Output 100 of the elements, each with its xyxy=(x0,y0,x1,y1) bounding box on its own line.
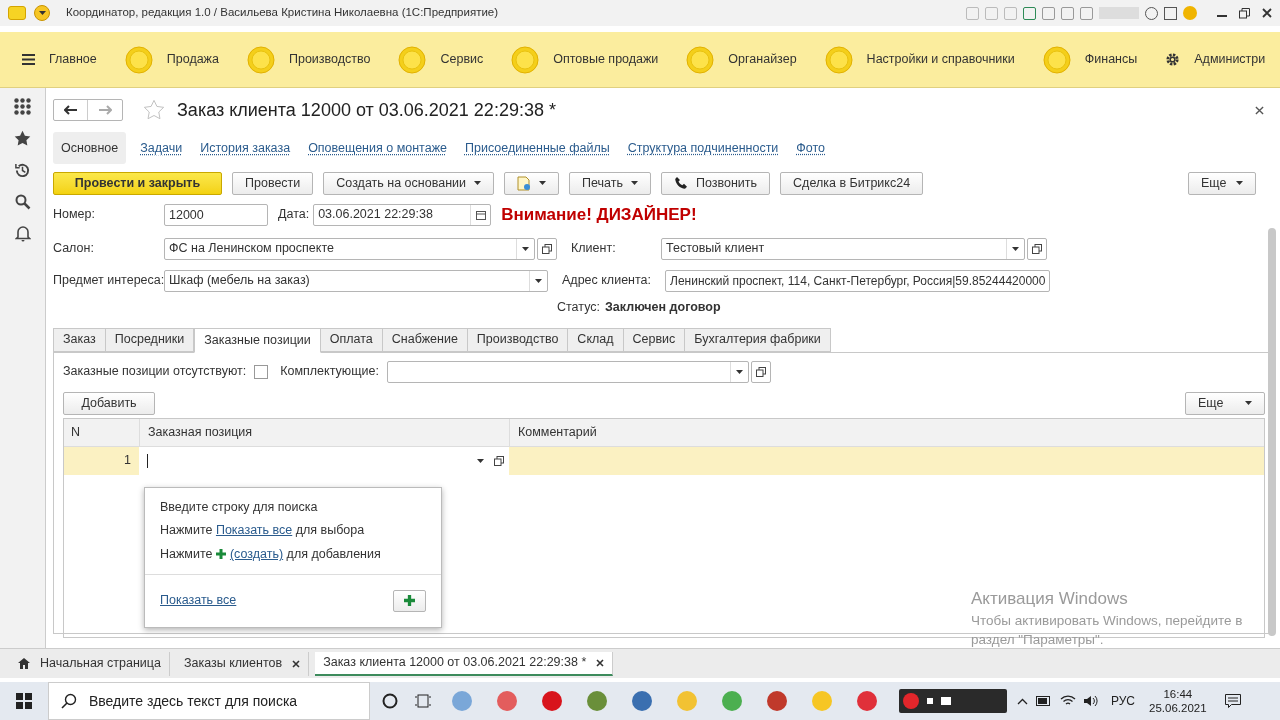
apps-grid-icon[interactable] xyxy=(14,98,31,115)
section-item[interactable]: Производство xyxy=(246,45,371,74)
form-nav-link[interactable]: Фото xyxy=(792,138,830,158)
recorder-widget[interactable] xyxy=(899,689,1007,713)
search-icon xyxy=(61,693,77,709)
dropdown-icon xyxy=(522,246,529,251)
notifications-icon[interactable] xyxy=(1224,694,1241,708)
form-nav-link[interactable]: Присоединенные файлы xyxy=(460,138,614,158)
field-label: Клиент: xyxy=(571,240,617,258)
form-nav-link[interactable]: Основное xyxy=(53,131,127,165)
select-field[interactable]: Тестовый клиент xyxy=(661,237,1025,260)
table-row[interactable]: 1 xyxy=(64,446,1264,475)
close-icon[interactable] xyxy=(292,659,301,668)
speaker-icon[interactable] xyxy=(1084,695,1099,707)
search-icon[interactable] xyxy=(14,194,31,210)
post-and-close-button[interactable]: Провести и закрыть xyxy=(53,171,222,195)
star-icon[interactable] xyxy=(14,130,31,147)
section-item[interactable]: Оптовые продажи xyxy=(511,45,659,74)
open-button[interactable] xyxy=(750,360,771,383)
toolbar-button[interactable]: Сделка в Битрикс24 xyxy=(780,171,924,195)
favorite-star-icon[interactable] xyxy=(143,99,165,121)
toolbar-button[interactable]: Провести xyxy=(232,171,314,195)
bell-icon[interactable] xyxy=(14,225,31,242)
field-label: Номер: xyxy=(53,206,96,224)
open-window-tab[interactable]: Заказ клиента 12000 от 03.06.2021 22:29:38 * xyxy=(315,651,614,676)
section-item[interactable]: Органайзер xyxy=(686,45,797,74)
field-label: Комплектующие: xyxy=(280,363,379,381)
tab[interactable]: Производство xyxy=(467,327,569,352)
show-all-link[interactable]: Показать все xyxy=(160,591,237,611)
plus-icon xyxy=(404,595,415,607)
form-title: Заказ клиента 12000 от 03.06.2021 22:29:38 * xyxy=(177,98,556,122)
restore-icon[interactable] xyxy=(1239,7,1250,19)
form-nav-link[interactable]: Задачи xyxy=(136,138,187,158)
open-window-tab[interactable]: Начальная страница xyxy=(10,651,170,676)
tab[interactable]: Бухгалтерия фабрики xyxy=(685,327,831,352)
select-field[interactable]: Шкаф (мебель на заказ) xyxy=(164,269,548,292)
section-item[interactable]: Финансы xyxy=(1042,45,1138,74)
form-nav-link[interactable]: Оповещения о монтаже xyxy=(304,138,451,158)
open-button[interactable] xyxy=(1027,237,1047,260)
form-nav-link[interactable]: История заказа xyxy=(196,138,295,158)
tab[interactable]: Склад xyxy=(568,327,624,352)
column-header[interactable]: N xyxy=(64,418,139,446)
dropdown-icon xyxy=(535,278,542,283)
field-label: Адрес клиента: xyxy=(562,272,651,290)
hint-text: Введите строку для поиска xyxy=(160,498,319,516)
close-icon[interactable] xyxy=(596,658,605,667)
section-circle-icon xyxy=(686,45,715,74)
section-item[interactable]: Сервис xyxy=(398,45,484,74)
language-indicator[interactable]: РУС xyxy=(1111,692,1136,710)
call-button[interactable]: Позвонить xyxy=(660,171,771,195)
column-header[interactable]: Заказная позиция xyxy=(139,418,509,446)
address-field[interactable]: Ленинский проспект, 114, Санкт-Петербург, Россия|59.85244420000 xyxy=(665,269,1051,292)
close-icon[interactable] xyxy=(1262,8,1272,18)
add-button[interactable]: Добавить xyxy=(63,391,155,415)
settings-icon xyxy=(1165,52,1181,67)
wifi-icon[interactable] xyxy=(1060,695,1076,707)
tab[interactable]: Посредники xyxy=(105,327,195,352)
back-arrow-icon xyxy=(64,105,77,115)
tab[interactable]: Сервис xyxy=(623,327,686,352)
open-icon xyxy=(755,366,766,377)
windows-start-icon[interactable] xyxy=(16,693,32,709)
create-button[interactable] xyxy=(393,589,426,612)
missing-checkbox[interactable] xyxy=(254,364,269,379)
field-label: Заказные позиции отсутствуют: xyxy=(63,363,247,381)
activation-text: Чтобы активировать Windows, перейдите в раздел "Параметры". xyxy=(971,612,1244,649)
tab[interactable]: Оплата xyxy=(320,327,383,352)
task-view-icon[interactable] xyxy=(415,693,431,709)
tab[interactable]: Снабжение xyxy=(382,327,468,352)
hint-link[interactable]: (создать) xyxy=(229,545,284,564)
section-item[interactable]: Главное xyxy=(22,50,97,69)
number-field[interactable]: 12000 xyxy=(164,203,268,226)
section-circle-icon xyxy=(124,45,153,74)
taskbar-search-field[interactable]: Введите здесь текст для поиска xyxy=(48,682,370,720)
chevron-up-icon[interactable] xyxy=(1017,697,1028,705)
select-field[interactable]: ФС на Ленинском проспекте xyxy=(164,237,535,260)
date-field[interactable]: 03.06.2021 22:29:38 xyxy=(313,203,492,226)
history-icon[interactable] xyxy=(14,162,31,179)
field-label: Салон: xyxy=(53,240,95,258)
report-dropdown-button[interactable] xyxy=(504,171,559,195)
dropdown-button[interactable]: Печать xyxy=(569,171,651,195)
more-button[interactable]: Еще xyxy=(1188,171,1256,195)
open-window-tab[interactable]: Заказы клиентов xyxy=(175,651,310,676)
tab[interactable]: Заказ xyxy=(53,327,106,352)
section-item[interactable]: Продажа xyxy=(124,45,219,74)
open-button[interactable] xyxy=(537,237,557,260)
tab[interactable]: Заказные позиции xyxy=(194,327,321,353)
section-item[interactable]: Настройки и справочники xyxy=(824,45,1015,74)
section-item[interactable]: Администри xyxy=(1165,50,1266,69)
field-label: Дата: xyxy=(278,206,310,224)
more-button[interactable]: Еще xyxy=(1185,391,1265,415)
cortana-circle-icon[interactable] xyxy=(382,693,398,709)
dropdown-icon xyxy=(1012,246,1019,251)
dropdown-button[interactable]: Создать на основании xyxy=(323,171,494,195)
battery-icon[interactable] xyxy=(1036,696,1052,706)
app-menu-icon[interactable] xyxy=(34,5,50,21)
hint-link[interactable]: Показать все xyxy=(215,521,293,540)
close-icon[interactable] xyxy=(1255,105,1264,115)
column-header[interactable]: Комментарий xyxy=(509,418,1264,446)
form-nav-link[interactable]: Структура подчиненности xyxy=(623,138,783,158)
clock[interactable]: 16:44 25.06.2021 xyxy=(1149,687,1207,715)
